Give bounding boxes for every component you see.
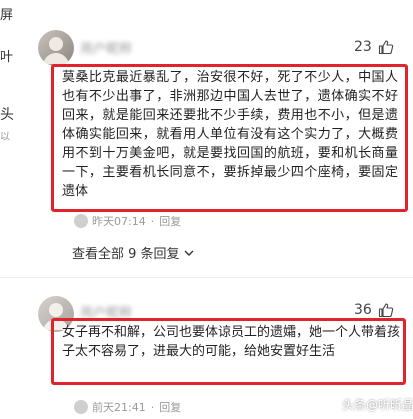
watermark: 头条@听昕晶 xyxy=(342,396,413,413)
like-button[interactable]: 36 xyxy=(354,302,394,318)
reply-button[interactable]: 回复 xyxy=(159,399,181,415)
comment-meta: 前天21:41 · 回复 xyxy=(74,399,181,415)
chevron-down-icon xyxy=(184,250,194,256)
comment-username[interactable]: 用户昵称 xyxy=(80,38,132,57)
meta-separator: · xyxy=(150,400,155,414)
mini-avatar xyxy=(74,214,88,228)
like-button[interactable]: 23 xyxy=(354,39,394,55)
left-strip-text: 叶 xyxy=(0,50,14,65)
reply-button[interactable]: 回复 xyxy=(159,213,181,229)
left-panel-strip: 屏 叶 头 以 xyxy=(0,0,24,160)
like-count: 23 xyxy=(354,39,372,55)
left-strip-text: 以 xyxy=(0,132,10,143)
like-count: 36 xyxy=(354,302,372,318)
left-strip-text: 头 xyxy=(0,107,14,123)
mini-avatar xyxy=(74,400,88,414)
view-replies-label: 查看全部 9 条回复 xyxy=(72,247,180,262)
comment-time: 昨天07:14 xyxy=(92,215,146,228)
view-all-replies-button[interactable]: 查看全部 9 条回复 xyxy=(72,243,194,262)
comment-text: 女子再不和解，公司也要体谅员工的遗孀，她一个人带着孩子太不容易了，进最大的可能，… xyxy=(62,325,401,359)
comment-text: 莫桑比克最近暴乱了，治安很不好，死了不少人，中国人也有不少出事了，非洲那边中国人… xyxy=(62,70,398,199)
thumbs-up-icon xyxy=(378,303,394,318)
watermark-text: 头条@听昕晶 xyxy=(342,398,413,412)
left-strip-text: 屏 xyxy=(0,8,14,23)
comment-time: 前天21:41 xyxy=(92,401,146,414)
divider xyxy=(0,277,413,278)
comment-meta: 昨天07:14 · 回复 xyxy=(74,213,181,229)
avatar[interactable] xyxy=(38,30,74,66)
meta-separator: · xyxy=(150,214,155,228)
thumbs-up-icon xyxy=(378,40,394,55)
